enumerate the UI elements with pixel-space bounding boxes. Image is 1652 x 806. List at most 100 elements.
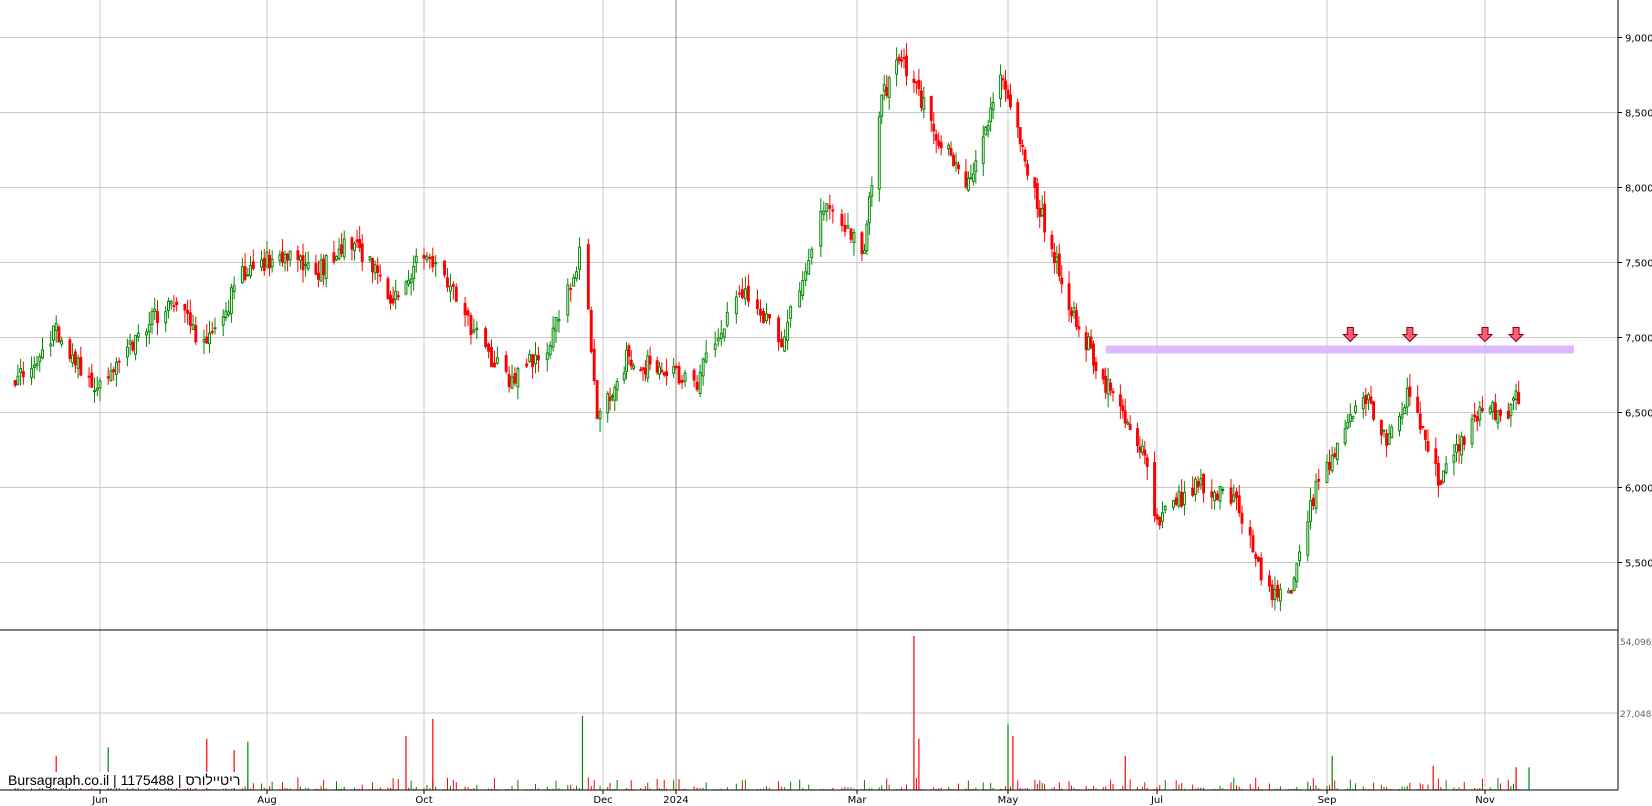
candle-body: [510, 376, 514, 389]
candle-body: [1385, 433, 1389, 446]
candle-body: [1343, 428, 1347, 444]
candle-body: [106, 376, 110, 379]
candle-body: [490, 347, 493, 368]
date-tick-label: Jul: [1150, 795, 1163, 806]
candle-body: [1403, 407, 1407, 415]
candle-body: [1196, 480, 1200, 488]
candle-body: [249, 265, 253, 277]
candle-body: [1423, 429, 1427, 440]
candle-body: [317, 272, 320, 280]
candle-body: [880, 94, 884, 117]
candle-body: [865, 223, 869, 252]
candle-body: [545, 352, 549, 361]
candle-body: [504, 355, 508, 372]
candle-body: [463, 303, 467, 316]
candle-body: [1328, 461, 1332, 470]
candle-body: [299, 255, 302, 261]
candle-body: [1136, 428, 1139, 447]
candle-body: [224, 310, 228, 318]
candle-body: [807, 259, 811, 275]
candle-body: [125, 346, 129, 358]
candle-body: [900, 59, 904, 62]
candle-body: [683, 372, 687, 382]
candle-body: [1372, 401, 1376, 420]
date-tick-label: Sep: [1318, 795, 1337, 806]
candle-body: [984, 126, 988, 136]
candle-body: [1295, 563, 1299, 582]
candle-body: [71, 354, 75, 364]
candle-body: [1057, 253, 1061, 277]
candle-body: [1506, 410, 1510, 419]
candle-body: [957, 164, 960, 170]
candle-body: [1128, 423, 1132, 431]
candle-body: [1491, 401, 1495, 412]
candle-body: [95, 387, 99, 391]
candle-body: [1398, 415, 1401, 432]
candle-body: [409, 278, 413, 284]
candle-body: [695, 381, 699, 390]
candle-body: [425, 255, 429, 261]
candle-body: [93, 390, 96, 393]
candle-body: [1306, 521, 1310, 556]
candle-body: [554, 316, 558, 332]
candle-body: [1278, 588, 1282, 602]
down-arrow-icon: [1476, 327, 1494, 343]
candle-body: [355, 239, 359, 243]
candle-body: [57, 326, 61, 343]
candle-body: [1106, 378, 1110, 395]
candle-body: [87, 375, 91, 378]
candle-body: [1055, 256, 1059, 263]
date-tick-label: 2024: [663, 795, 688, 806]
candle-body: [1026, 163, 1029, 176]
candle-body: [551, 327, 555, 348]
candle-body: [73, 351, 77, 366]
candle-body: [765, 313, 768, 322]
price-tick-label: 8,500: [1625, 109, 1652, 120]
candle-body: [1254, 553, 1258, 559]
candle-body: [819, 210, 823, 247]
candle-body: [422, 254, 426, 259]
candle-body: [701, 358, 705, 377]
candle-body: [166, 300, 170, 311]
candle-body: [1369, 396, 1373, 404]
candle-body: [662, 372, 666, 376]
candle-body: [1470, 418, 1474, 445]
candle-body: [831, 209, 835, 212]
candle-body: [1273, 588, 1277, 601]
candle-body: [615, 381, 619, 391]
candle-body: [448, 285, 452, 292]
candle-body: [194, 325, 198, 343]
candle-body: [648, 356, 652, 365]
candle-body: [221, 316, 225, 326]
candle-body: [786, 321, 790, 341]
candle-body: [431, 255, 435, 268]
candle-body: [692, 369, 696, 381]
candle-body: [725, 311, 729, 326]
candle-body: [164, 311, 168, 324]
candle-body: [698, 371, 702, 394]
candle-body: [1311, 497, 1315, 507]
candle-body: [322, 258, 326, 276]
candle-body: [54, 322, 58, 332]
candle-body: [1473, 414, 1477, 418]
candle-body: [1257, 556, 1260, 562]
candle-body: [1292, 577, 1296, 591]
candle-body: [1235, 491, 1238, 498]
candle-body: [999, 74, 1003, 100]
candle-body: [759, 308, 762, 316]
candle-body: [288, 250, 292, 261]
candle-body: [1330, 454, 1334, 472]
candle-body: [270, 258, 274, 268]
volume-tick-label: 54,096: [1620, 638, 1652, 648]
candle-body: [147, 324, 151, 333]
candle-body: [1074, 310, 1078, 328]
price-tick-label: 7,500: [1625, 259, 1652, 270]
candle-body: [358, 238, 362, 248]
down-arrow-icon: [1507, 327, 1525, 343]
candle-body: [672, 366, 676, 374]
candle-body: [513, 373, 517, 384]
candle-body: [629, 359, 633, 367]
candle-body: [150, 311, 154, 326]
candle-body: [665, 371, 669, 376]
candle-body: [407, 279, 411, 285]
